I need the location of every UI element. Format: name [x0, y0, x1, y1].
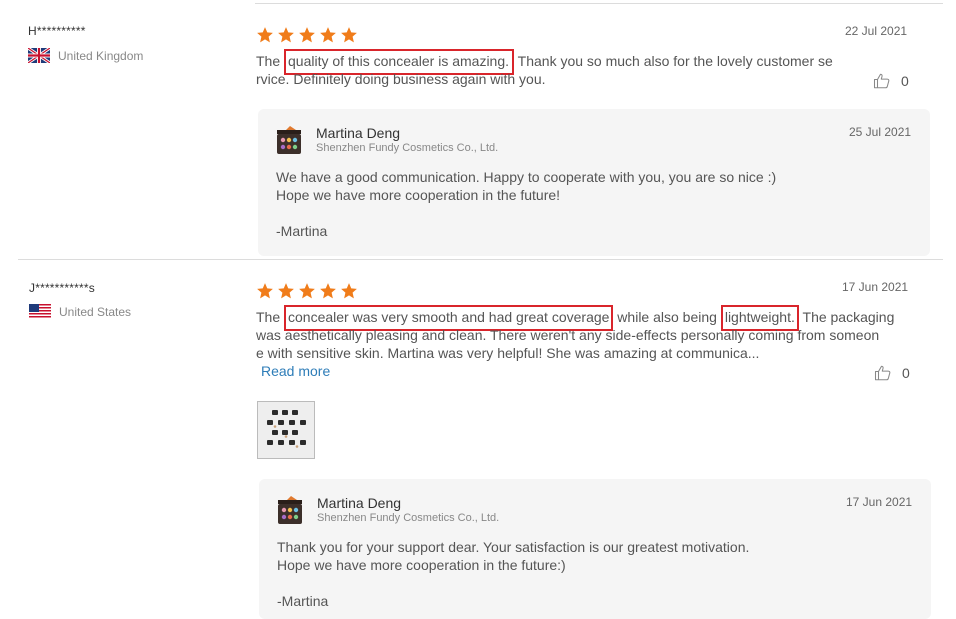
star-icon — [341, 27, 357, 43]
seller-name: Martina Deng — [317, 495, 402, 511]
seller-reply: Martina Deng Shenzhen Fundy Cosmetics Co… — [258, 109, 930, 256]
reviewer-name: H********** — [28, 24, 86, 38]
product-photo-icon — [258, 402, 314, 458]
reply-date: 17 Jun 2021 — [846, 495, 913, 509]
reviewer-name: J***********s — [29, 281, 95, 295]
seller-avatar-icon — [278, 496, 302, 524]
star-icon — [299, 283, 315, 299]
like-count: 0 — [901, 73, 909, 89]
review-text-pre: The — [256, 309, 285, 325]
reply-text: We have a good communication. Happy to c… — [276, 168, 896, 240]
like-button[interactable]: 0 — [873, 72, 909, 90]
review-date: 22 Jul 2021 — [845, 24, 908, 38]
reply-date: 25 Jul 2021 — [849, 125, 912, 139]
reply-line: Hope we have more cooperation in the fut… — [277, 557, 566, 573]
review-text-post: Thank you so much also for the lovely cu… — [514, 53, 833, 69]
review-text: The concealer was very smooth and had gr… — [256, 305, 896, 362]
reply-signature: -Martina — [276, 223, 328, 239]
seller-reply: Martina Deng Shenzhen Fundy Cosmetics Co… — [259, 479, 931, 619]
review-text: The quality of this concealer is amazing… — [256, 49, 856, 88]
seller-company: Shenzhen Fundy Cosmetics Co., Ltd. — [316, 142, 499, 154]
review-text-post: The packaging — [798, 309, 895, 325]
star-icon — [320, 283, 336, 299]
star-icon — [341, 283, 357, 299]
us-flag-icon — [29, 304, 51, 319]
reply-line: Hope we have more cooperation in the fut… — [276, 187, 561, 203]
reviewer-country: United States — [29, 304, 131, 319]
top-divider — [255, 3, 943, 4]
review-divider — [18, 259, 943, 260]
like-button[interactable]: 0 — [874, 364, 910, 382]
star-icon — [257, 283, 273, 299]
thumbs-up-icon — [873, 73, 890, 89]
reply-line: Thank you for your support dear. Your sa… — [277, 539, 750, 555]
star-rating — [256, 282, 358, 300]
seller-avatar-icon — [277, 126, 301, 154]
like-count: 0 — [902, 365, 910, 381]
country-label: United States — [59, 304, 132, 319]
uk-flag-icon — [28, 48, 50, 63]
review-text-pre: The — [256, 53, 285, 69]
star-rating — [256, 26, 358, 44]
reviewer-country: United Kingdom — [28, 48, 143, 63]
reply-line: We have a good communication. Happy to c… — [276, 169, 777, 185]
read-more-link[interactable]: Read more — [261, 363, 330, 379]
seller-name: Martina Deng — [316, 125, 401, 141]
star-icon — [257, 27, 273, 43]
review-text-line: e with sensitive skin. Martina was very … — [256, 345, 760, 361]
star-icon — [278, 27, 294, 43]
reply-text: Thank you for your support dear. Your sa… — [277, 538, 897, 610]
star-icon — [320, 27, 336, 43]
country-label: United Kingdom — [58, 48, 144, 63]
review-text-line: was aesthetically pleasing and clean. Th… — [256, 327, 880, 343]
star-icon — [278, 283, 294, 299]
reply-signature: -Martina — [277, 593, 329, 609]
review-photo-thumbnail[interactable] — [257, 401, 315, 459]
review-text-line: rvice. Definitely doing business again w… — [256, 71, 546, 87]
review-text-mid: while also being — [613, 309, 721, 325]
seller-company: Shenzhen Fundy Cosmetics Co., Ltd. — [317, 512, 500, 524]
review-date: 17 Jun 2021 — [842, 280, 909, 294]
star-icon — [299, 27, 315, 43]
thumbs-up-icon — [874, 365, 891, 381]
